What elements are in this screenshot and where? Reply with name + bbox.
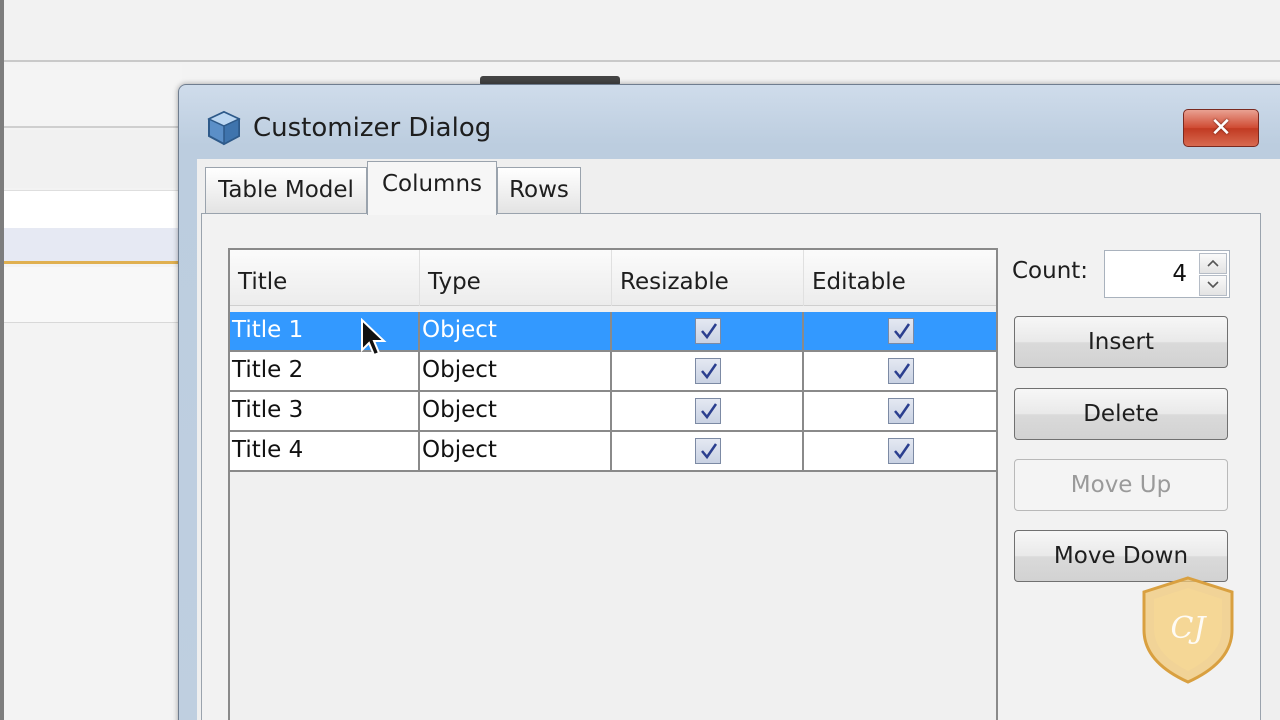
cell-title[interactable]: Title 3 xyxy=(230,392,420,430)
cell-type[interactable]: Object xyxy=(420,432,612,470)
checkmark-icon xyxy=(701,403,718,420)
editable-checkbox[interactable] xyxy=(888,438,914,464)
customizer-dialog: Customizer Dialog ✕ Table Model Columns … xyxy=(178,84,1280,720)
columns-tab-panel: Title Type Resizable Editable Title 1 Ob… xyxy=(201,213,1261,720)
table-row[interactable]: Title 3 Object xyxy=(230,392,996,432)
column-header-type[interactable]: Type xyxy=(420,250,612,306)
editable-checkbox[interactable] xyxy=(888,318,914,344)
cell-editable xyxy=(804,352,996,390)
resizable-checkbox[interactable] xyxy=(695,358,721,384)
resizable-checkbox[interactable] xyxy=(695,318,721,344)
columns-table[interactable]: Title Type Resizable Editable Title 1 Ob… xyxy=(228,248,998,720)
chevron-up-icon xyxy=(1207,259,1219,267)
column-header-editable[interactable]: Editable xyxy=(804,250,996,306)
dialog-titlebar[interactable]: Customizer Dialog ✕ xyxy=(179,85,1280,163)
spinner-down-button[interactable] xyxy=(1199,275,1227,296)
tab-label: Table Model xyxy=(218,177,354,203)
background-list-row xyxy=(4,267,182,323)
checkmark-icon xyxy=(701,363,718,380)
watermark-monogram: CJ xyxy=(1171,611,1208,646)
checkmark-icon xyxy=(894,363,911,380)
cell-resizable xyxy=(612,352,804,390)
cell-editable xyxy=(804,312,996,350)
table-header: Title Type Resizable Editable xyxy=(230,250,996,306)
move-up-button[interactable]: Move Up xyxy=(1014,459,1228,511)
close-button[interactable]: ✕ xyxy=(1183,109,1259,147)
resizable-checkbox[interactable] xyxy=(695,398,721,424)
dialog-content: Table Model Columns Rows Title Type Resi… xyxy=(197,159,1280,720)
cell-resizable xyxy=(612,312,804,350)
chevron-down-icon xyxy=(1207,281,1219,289)
checkmark-icon xyxy=(701,323,718,340)
count-value[interactable]: 4 xyxy=(1172,261,1187,287)
count-label: Count: xyxy=(1012,258,1089,284)
insert-button[interactable]: Insert xyxy=(1014,316,1228,368)
dialog-title: Customizer Dialog xyxy=(253,113,492,143)
cell-title[interactable]: Title 4 xyxy=(230,432,420,470)
column-header-title[interactable]: Title xyxy=(230,250,420,306)
close-x-icon: ✕ xyxy=(1210,113,1232,143)
tab-columns[interactable]: Columns xyxy=(367,161,497,215)
delete-button[interactable]: Delete xyxy=(1014,388,1228,440)
spinner-up-button[interactable] xyxy=(1199,253,1227,274)
cube-icon xyxy=(207,110,241,146)
resizable-checkbox[interactable] xyxy=(695,438,721,464)
table-row[interactable]: Title 4 Object xyxy=(230,432,996,472)
background-list-row xyxy=(4,190,182,228)
checkmark-icon xyxy=(701,443,718,460)
watermark-logo: CJ xyxy=(1142,576,1234,684)
tab-rows[interactable]: Rows xyxy=(497,167,581,213)
background-toolbar xyxy=(0,0,1280,62)
background-panel xyxy=(4,64,182,128)
table-row[interactable]: Title 2 Object xyxy=(230,352,996,392)
tab-label: Rows xyxy=(509,177,569,203)
background-list-row-selected xyxy=(4,228,182,264)
editable-checkbox[interactable] xyxy=(888,398,914,424)
checkmark-icon xyxy=(894,403,911,420)
cell-resizable xyxy=(612,432,804,470)
cell-type[interactable]: Object xyxy=(420,392,612,430)
checkmark-icon xyxy=(894,443,911,460)
tab-table-model[interactable]: Table Model xyxy=(205,167,367,213)
cell-editable xyxy=(804,432,996,470)
table-row[interactable]: Title 1 Object xyxy=(230,312,996,352)
background-panel xyxy=(4,130,182,188)
cell-type[interactable]: Object xyxy=(420,352,612,390)
count-spinner[interactable]: 4 xyxy=(1104,250,1230,298)
cell-title[interactable]: Title 1 xyxy=(230,312,420,350)
cell-type[interactable]: Object xyxy=(420,312,612,350)
editable-checkbox[interactable] xyxy=(888,358,914,384)
checkmark-icon xyxy=(894,323,911,340)
column-header-resizable[interactable]: Resizable xyxy=(612,250,804,306)
cell-title[interactable]: Title 2 xyxy=(230,352,420,390)
mouse-pointer-icon xyxy=(361,318,387,357)
cell-editable xyxy=(804,392,996,430)
cell-resizable xyxy=(612,392,804,430)
tab-label: Columns xyxy=(381,171,483,197)
